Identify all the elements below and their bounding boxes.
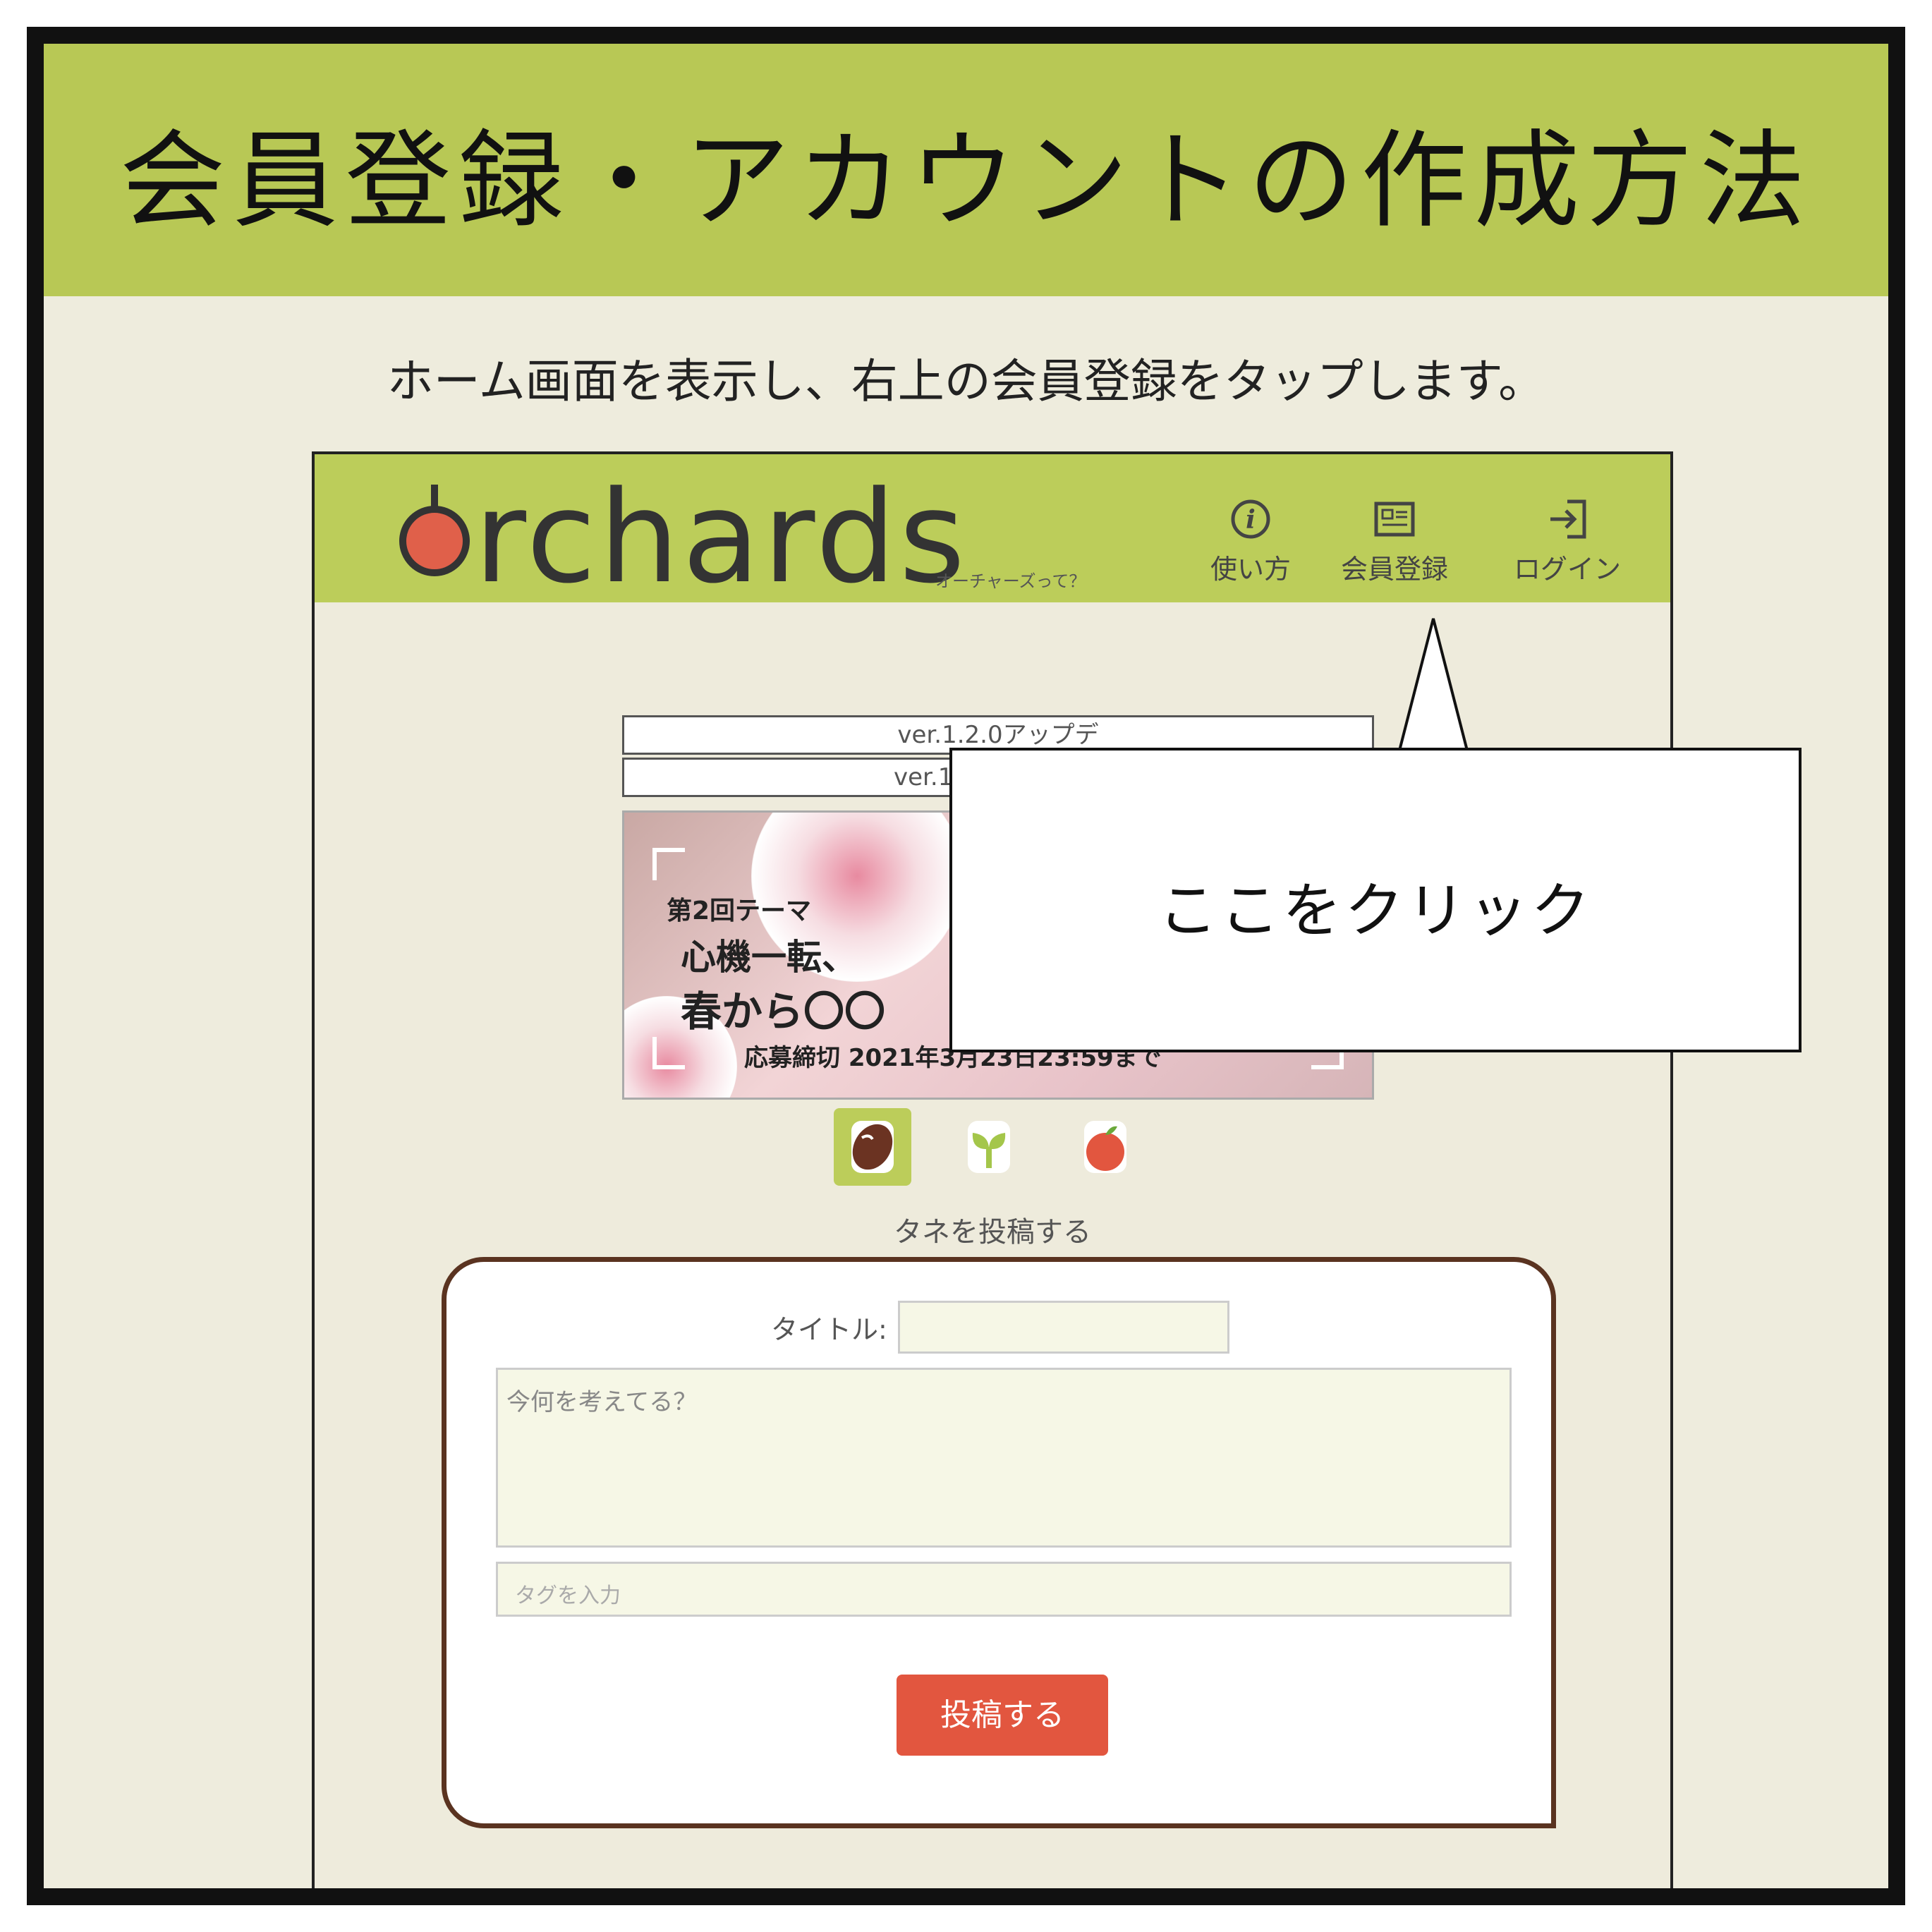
instruction-text: ホーム画面を表示し、右上の会員登録をタップします。: [387, 354, 1545, 408]
login-icon: [1550, 499, 1586, 539]
banner-headline-2: 春から〇〇: [681, 988, 886, 1035]
page-frame: 会員登録・アカウントの作成方法 ホーム画面を表示し、右上の会員登録をタップします…: [27, 27, 1905, 1905]
site-header: rchards オーチャーズって？ i 使い方 会員登録 ログイン: [315, 454, 1670, 608]
seed-icon: [851, 1121, 894, 1173]
register-card-icon: [1374, 502, 1415, 537]
post-type-tabs: [834, 1108, 1158, 1186]
title-label: タイトル:: [771, 1314, 887, 1345]
nav-register-label: 会員登録: [1341, 554, 1449, 585]
callout-pointer: [1397, 618, 1469, 753]
tab-sprout[interactable]: [950, 1108, 1028, 1186]
title-band: 会員登録・アカウントの作成方法: [44, 44, 1888, 296]
body-textarea[interactable]: 今何を考えてる？: [496, 1368, 1512, 1548]
banner-theme-number: 第2回テーマ: [667, 897, 812, 925]
nav-login-label: ログイン: [1514, 554, 1622, 585]
logo-text: rchards: [474, 464, 968, 612]
submit-post-button[interactable]: 投稿する: [897, 1675, 1108, 1756]
nav-register[interactable]: 会員登録: [1341, 498, 1448, 586]
nav-how-to[interactable]: i 使い方: [1210, 498, 1291, 586]
nav-how-to-label: 使い方: [1210, 554, 1292, 585]
frame-corner: [652, 848, 685, 880]
callout-text: ここをクリック: [1158, 876, 1593, 945]
page-content: 会員登録・アカウントの作成方法 ホーム画面を表示し、右上の会員登録をタップします…: [44, 44, 1888, 1888]
tab-apple[interactable]: [1067, 1108, 1144, 1186]
apple-icon: [1084, 1121, 1126, 1173]
page-title: 会員登録・アカウントの作成方法: [119, 120, 1813, 243]
tab-seed[interactable]: [834, 1108, 911, 1186]
banner-headline: 心機一転、: [681, 937, 857, 978]
sprout-icon: [968, 1121, 1010, 1173]
about-link[interactable]: オーチャーズって？: [935, 567, 1086, 592]
info-icon: i: [1231, 499, 1270, 539]
frame-corner: [652, 1037, 685, 1069]
post-form: タイトル: 今何を考えてる？ タグを入力 投稿する: [442, 1257, 1556, 1828]
orchards-logo[interactable]: rchards: [399, 468, 968, 608]
nav-login[interactable]: ログイン: [1514, 498, 1621, 586]
post-section-label: タネを投稿する: [894, 1216, 1091, 1248]
apple-logo-icon: [399, 484, 470, 576]
callout-box: ここをクリック: [949, 748, 1802, 1052]
tag-input[interactable]: タグを入力: [496, 1562, 1512, 1617]
svg-text:i: i: [1246, 505, 1256, 535]
title-input[interactable]: [898, 1301, 1229, 1354]
